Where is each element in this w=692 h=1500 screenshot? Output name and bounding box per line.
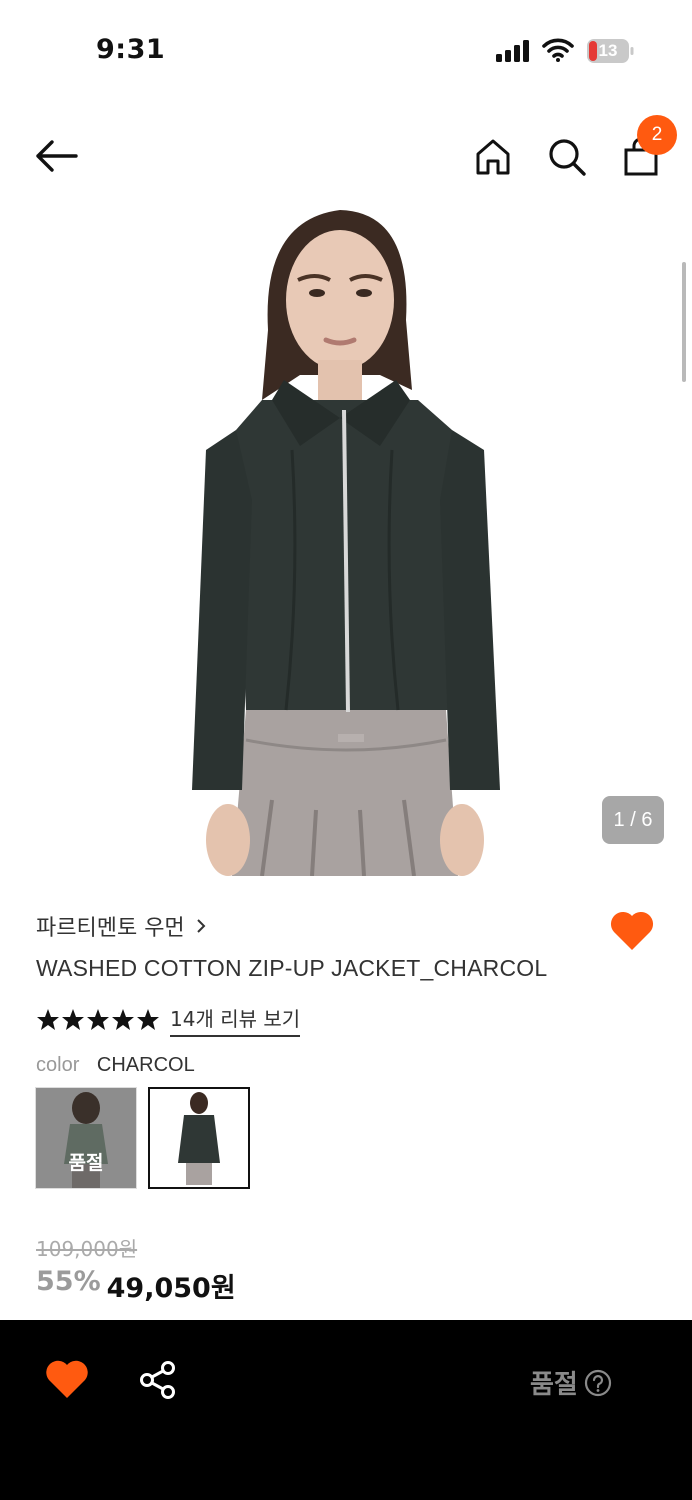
star-icon	[112, 1009, 134, 1030]
color-swatch-selected[interactable]	[148, 1087, 250, 1189]
swatch-thumbnail	[150, 1089, 248, 1187]
wifi-icon	[542, 38, 574, 62]
soldout-label: 품절	[68, 1152, 104, 1174]
question-circle-icon[interactable]	[584, 1369, 612, 1397]
status-bar: 9:31 13	[0, 0, 692, 100]
soldout-button-label: 품절	[530, 1370, 578, 1400]
brand-link[interactable]: 파르티멘토 우먼	[36, 910, 207, 942]
color-swatch-soldout[interactable]: 품절	[35, 1087, 137, 1189]
heart-icon[interactable]	[608, 908, 656, 952]
product-name: WASHED COTTON ZIP-UP JACKET_CHARCOL	[36, 955, 548, 981]
home-icon[interactable]	[472, 136, 514, 178]
soldout-button[interactable]: 품절	[530, 1364, 612, 1401]
color-value: CHARCOL	[96, 1054, 195, 1076]
star-icon	[87, 1009, 109, 1030]
color-label: color	[36, 1054, 80, 1076]
search-icon[interactable]	[546, 136, 588, 178]
price-row: 55% 49,050원	[36, 1266, 236, 1305]
brand-name: 파르티멘토 우먼	[36, 916, 185, 941]
top-navigation	[0, 110, 692, 200]
cart-count-badge: 2	[637, 115, 677, 155]
share-icon[interactable]	[138, 1360, 178, 1400]
star-icon	[37, 1009, 59, 1030]
rating-row: 14개 리뷰 보기	[36, 1003, 301, 1037]
scrollbar[interactable]	[682, 262, 686, 382]
cellular-signal-icon	[496, 40, 529, 62]
battery-level: 13	[598, 41, 618, 60]
product-image[interactable]	[0, 200, 692, 876]
star-icon	[62, 1009, 84, 1030]
image-counter: 1 / 6	[602, 796, 664, 844]
battery-indicator: 13	[586, 38, 634, 64]
sale-price: 49,050원	[106, 1273, 236, 1304]
heart-icon[interactable]	[44, 1358, 90, 1400]
review-link[interactable]: 14개 리뷰 보기	[170, 1003, 301, 1037]
discount-rate: 55%	[36, 1266, 101, 1297]
star-rating	[36, 1008, 160, 1032]
color-row: color CHARCOL	[36, 1054, 195, 1077]
original-price: 109,000원	[36, 1237, 138, 1261]
model-photo	[0, 200, 692, 876]
chevron-right-icon	[196, 919, 206, 933]
arrow-left-icon[interactable]	[32, 136, 80, 176]
status-time: 9:31	[96, 34, 166, 65]
bottom-action-bar: 품절	[0, 1320, 692, 1500]
star-icon	[137, 1009, 159, 1030]
